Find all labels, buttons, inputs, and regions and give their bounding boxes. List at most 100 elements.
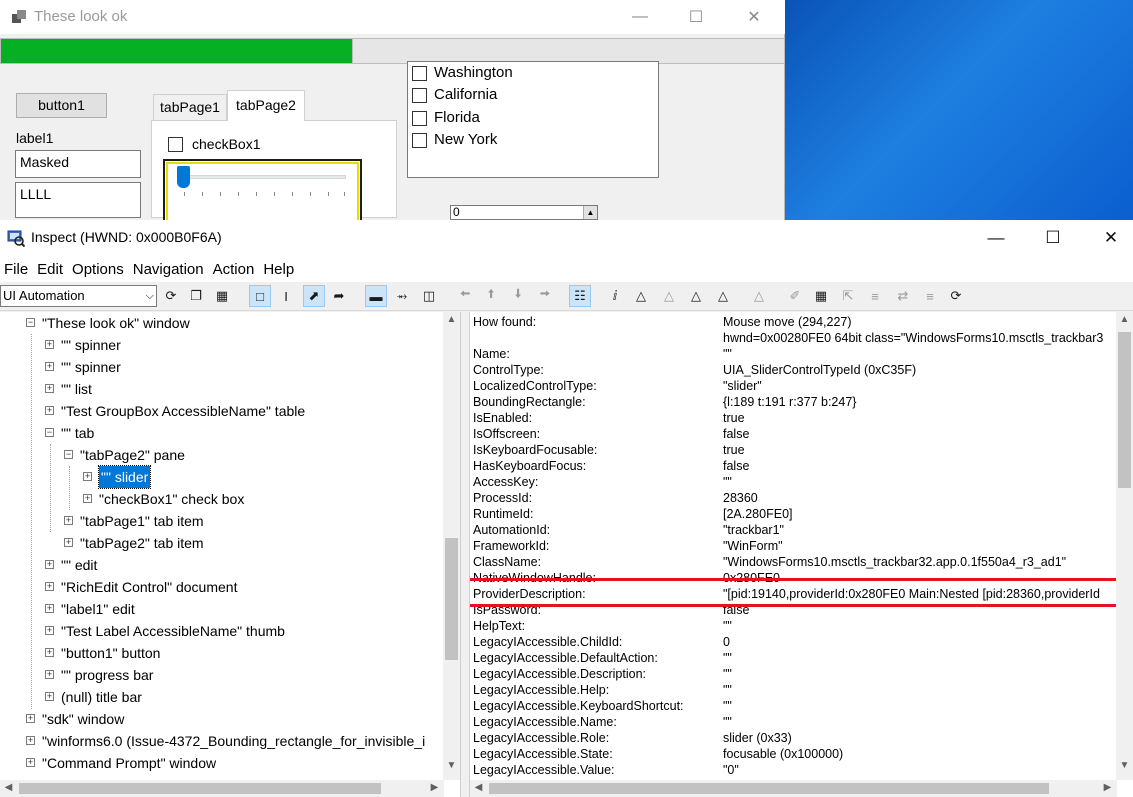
expand-icon[interactable]: + <box>83 494 92 503</box>
property-row[interactable]: LegacyIAccessible.Description: "" <box>470 666 1110 682</box>
test-app-window[interactable]: These look ok — ☐ ✕ button1 label1 Maske… <box>0 0 785 230</box>
property-row[interactable]: LegacyIAccessible.DefaultAction: "" <box>470 650 1110 666</box>
show-highlight-rectangle-icon[interactable]: ▬ <box>365 285 387 307</box>
scroll-left-icon[interactable]: ◀ <box>470 782 487 793</box>
nav-right-icon[interactable]: 🠪 <box>534 285 556 307</box>
list-item-checkbox[interactable] <box>412 88 427 103</box>
expand-icon[interactable]: ⇱ <box>837 285 859 307</box>
button1[interactable]: button1 <box>16 93 107 118</box>
tree-hscrollbar-thumb[interactable] <box>19 783 381 794</box>
property-row[interactable]: How found: Mouse move (294,227) <box>470 314 1110 330</box>
property-row[interactable]: HelpText: "" <box>470 618 1110 634</box>
scroll-up-icon[interactable]: ▲ <box>443 314 460 325</box>
spinner[interactable]: 0 ▲ <box>450 205 598 220</box>
scroll-left-icon[interactable]: ◀ <box>0 782 17 793</box>
tree-root-icon[interactable]: △ <box>748 285 770 307</box>
expand-icon[interactable]: + <box>45 670 54 679</box>
app-title-bar[interactable]: These look ok — ☐ ✕ <box>0 0 785 34</box>
menu-navigation[interactable]: Navigation <box>129 261 209 278</box>
expand-icon[interactable]: + <box>26 758 35 767</box>
tab-page2[interactable]: tabPage2 <box>227 90 305 121</box>
property-row[interactable]: ProcessId: 28360 <box>470 490 1110 506</box>
expand-icon[interactable]: + <box>26 736 35 745</box>
expand-icon[interactable]: + <box>45 604 54 613</box>
property-row[interactable]: LegacyIAccessible.Value: "0" <box>470 762 1110 778</box>
property-row[interactable]: LegacyIAccessible.Role: slider (0x33) <box>470 730 1110 746</box>
tab-page1[interactable]: tabPage1 <box>153 94 227 120</box>
copy-icon[interactable]: ❐ <box>185 285 207 307</box>
expand-icon[interactable]: + <box>45 406 54 415</box>
properties-panel[interactable]: How found: Mouse move (294,227) hwnd=0x002… <box>469 312 1133 797</box>
watch-focus-icon[interactable]: □ <box>249 285 271 307</box>
expand-icon[interactable]: + <box>45 582 54 591</box>
minimize-icon[interactable]: — <box>617 0 663 34</box>
list-item-checkbox[interactable] <box>412 66 427 81</box>
scroll-up-icon[interactable]: ▲ <box>1116 314 1133 325</box>
expand-icon[interactable]: + <box>45 648 54 657</box>
list-item[interactable]: California <box>434 86 497 103</box>
expand-icon[interactable]: + <box>45 384 54 393</box>
expand-icon[interactable]: + <box>45 340 54 349</box>
expand-icon[interactable]: + <box>26 714 35 723</box>
watch-caret-icon[interactable]: I <box>275 285 297 307</box>
nav-up-icon[interactable]: 🠩 <box>480 285 502 307</box>
mode-select[interactable]: UI Automation ⌵ <box>0 285 157 307</box>
list-item[interactable]: New York <box>434 131 497 148</box>
list-item[interactable]: Washington <box>434 64 513 81</box>
scroll-right-icon[interactable]: ▶ <box>426 782 443 793</box>
show-info-icon[interactable]: ◫ <box>418 285 440 307</box>
list-item-checkbox[interactable] <box>412 111 427 126</box>
expand-icon[interactable]: + <box>45 692 54 701</box>
slider-thumb[interactable] <box>177 166 190 188</box>
action-icon[interactable]: ✐ <box>784 285 806 307</box>
next-sibling-icon[interactable]: △ <box>658 285 680 307</box>
scroll-icon[interactable]: ⇄ <box>892 285 914 307</box>
expand-icon[interactable]: + <box>45 560 54 569</box>
show-caret-icon[interactable]: ⥇ <box>391 285 413 307</box>
collapse-icon[interactable]: − <box>64 450 73 459</box>
close-icon[interactable]: ✕ <box>1082 220 1133 256</box>
maximize-icon[interactable]: ☐ <box>673 0 719 34</box>
collapse-icon[interactable]: − <box>45 428 54 437</box>
expand-icon[interactable]: + <box>64 516 73 525</box>
property-row[interactable]: IsOffscreen: false <box>470 426 1110 442</box>
property-row[interactable]: AutomationId: "trackbar1" <box>470 522 1110 538</box>
maximize-icon[interactable]: ☐ <box>1024 220 1082 256</box>
collapse-icon[interactable]: − <box>26 318 35 327</box>
tree-horizontal-scrollbar[interactable]: ◀ ▶ <box>0 780 444 797</box>
nav-left-icon[interactable]: 🠨 <box>454 285 476 307</box>
property-row[interactable]: LegacyIAccessible.Name: "" <box>470 714 1110 730</box>
last-child-icon[interactable]: △ <box>712 285 734 307</box>
inspect-window[interactable]: Inspect (HWND: 0x000B0F6A) — ☐ ✕ File Ed… <box>0 220 1133 797</box>
scroll-down-icon[interactable]: ▼ <box>1116 760 1133 771</box>
property-row[interactable]: BoundingRectangle: {l:189 t:191 r:377 b:2… <box>470 394 1110 410</box>
menu-file[interactable]: File <box>0 261 33 278</box>
property-row[interactable]: LegacyIAccessible.Help: "" <box>470 682 1110 698</box>
properties-vertical-scrollbar[interactable]: ▲ ▼ <box>1116 312 1133 780</box>
slider-track[interactable] <box>180 175 346 179</box>
inspect-title-bar[interactable]: Inspect (HWND: 0x000B0F6A) — ☐ ✕ <box>0 220 1133 256</box>
scroll-right-icon[interactable]: ▶ <box>1099 782 1116 793</box>
property-row[interactable]: FrameworkId: "WinForm" <box>470 538 1110 554</box>
menu-help[interactable]: Help <box>259 261 299 278</box>
spinner-up-icon[interactable]: ▲ <box>583 206 597 219</box>
properties-hscrollbar-thumb[interactable] <box>489 783 1049 794</box>
masked-textbox[interactable]: Masked <box>15 150 141 178</box>
refresh-tree-icon[interactable]: ⟳ <box>945 285 967 307</box>
nav-down-icon[interactable]: 🠫 <box>507 285 529 307</box>
parent-icon[interactable]: ⅈ <box>604 285 626 307</box>
toggle-icon[interactable]: ≡ <box>919 285 941 307</box>
tree-vertical-scrollbar[interactable]: ▲ ▼ <box>443 312 460 780</box>
property-row[interactable]: AccessKey: "" <box>470 474 1110 490</box>
refresh-icon[interactable]: ⟳ <box>160 285 182 307</box>
menu-options[interactable]: Options <box>68 261 129 278</box>
close-icon[interactable]: ✕ <box>731 0 777 34</box>
properties-icon[interactable]: ▦ <box>211 285 233 307</box>
expand-icon[interactable]: + <box>64 538 73 547</box>
rich-edit-control[interactable]: LLLL <box>15 182 141 218</box>
tree-scrollbar-thumb[interactable] <box>445 538 458 660</box>
property-row[interactable]: LocalizedControlType: "slider" <box>470 378 1110 394</box>
properties-horizontal-scrollbar[interactable]: ◀ ▶ <box>470 780 1117 797</box>
menu-edit[interactable]: Edit <box>33 261 68 278</box>
property-row[interactable]: hwnd=0x00280FE0 64bit class="WindowsForm… <box>470 330 1110 346</box>
